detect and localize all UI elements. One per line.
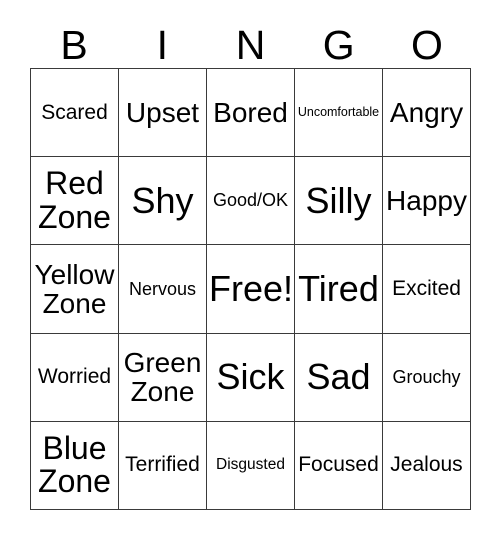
bingo-cell[interactable]: Blue Zone bbox=[31, 421, 119, 510]
bingo-cell[interactable]: Worried bbox=[31, 333, 119, 422]
bingo-cell-label: Angry bbox=[389, 96, 464, 128]
bingo-header: B I N G O bbox=[30, 10, 471, 68]
bingo-cell[interactable]: Sad bbox=[295, 333, 383, 422]
bingo-cell-label: Green Zone bbox=[123, 346, 202, 408]
bingo-cell-label: Worried bbox=[37, 365, 112, 389]
bingo-cell-label: Happy bbox=[386, 185, 467, 217]
bingo-grid: Scared Upset Bored Uncomfortable Angry R… bbox=[30, 68, 471, 510]
bingo-cell-label: Silly bbox=[305, 179, 372, 221]
bingo-cell-label: Upset bbox=[125, 96, 200, 128]
bingo-cell-label: Yellow Zone bbox=[34, 258, 115, 319]
bingo-cell-label: Tired bbox=[298, 268, 379, 310]
bingo-header-letter-b: B bbox=[60, 22, 88, 68]
bingo-cell[interactable]: Red Zone bbox=[31, 157, 119, 246]
bingo-cell-free[interactable]: Free! bbox=[207, 245, 295, 334]
bingo-row: Worried Green Zone Sick Sad Grouchy bbox=[31, 333, 471, 422]
bingo-cell[interactable]: Tired bbox=[295, 245, 383, 334]
bingo-card: B I N G O Scared Upset Bored Uncomfortab… bbox=[30, 10, 471, 510]
bingo-cell[interactable]: Excited bbox=[383, 245, 471, 334]
bingo-cell[interactable]: Sick bbox=[207, 333, 295, 422]
bingo-cell-label: Sad bbox=[306, 356, 371, 398]
bingo-cell[interactable]: Upset bbox=[119, 69, 207, 158]
bingo-cell-label: Disgusted bbox=[216, 456, 285, 474]
bingo-cell-label: Terrified bbox=[125, 453, 200, 477]
bingo-cell[interactable]: Silly bbox=[295, 157, 383, 246]
bingo-row: Red Zone Shy Good/OK Silly Happy bbox=[31, 157, 471, 246]
bingo-cell[interactable]: Uncomfortable bbox=[295, 69, 383, 158]
bingo-cell[interactable]: Disgusted bbox=[207, 421, 295, 510]
bingo-cell-label: Good/OK bbox=[212, 190, 289, 211]
bingo-cell[interactable]: Yellow Zone bbox=[31, 245, 119, 334]
bingo-cell[interactable]: Focused bbox=[295, 421, 383, 510]
bingo-cell[interactable]: Terrified bbox=[119, 421, 207, 510]
bingo-cell-label: Jealous bbox=[390, 453, 463, 477]
bingo-cell[interactable]: Angry bbox=[383, 69, 471, 158]
bingo-cell-label: Blue Zone bbox=[38, 429, 111, 500]
bingo-cell-label: Uncomfortable bbox=[297, 105, 380, 120]
bingo-cell[interactable]: Scared bbox=[31, 69, 119, 158]
bingo-cell[interactable]: Green Zone bbox=[119, 333, 207, 422]
bingo-header-letter-n: N bbox=[235, 22, 266, 68]
bingo-header-letter-i: I bbox=[156, 22, 168, 68]
bingo-cell-label: Focused bbox=[298, 453, 379, 477]
bingo-cell[interactable]: Nervous bbox=[119, 245, 207, 334]
bingo-cell-label: Grouchy bbox=[392, 366, 461, 387]
bingo-cell[interactable]: Shy bbox=[119, 157, 207, 246]
bingo-header-letter-g: G bbox=[322, 22, 355, 68]
bingo-cell-label: Red Zone bbox=[38, 165, 111, 235]
bingo-cell-label: Free! bbox=[209, 268, 294, 310]
bingo-cell[interactable]: Bored bbox=[207, 69, 295, 158]
bingo-cell-label: Excited bbox=[392, 276, 461, 300]
bingo-cell-label: Nervous bbox=[128, 278, 197, 299]
bingo-cell-label: Scared bbox=[41, 100, 108, 124]
bingo-cell-label: Sick bbox=[216, 356, 285, 398]
bingo-row: Scared Upset Bored Uncomfortable Angry bbox=[31, 69, 471, 158]
bingo-row: Yellow Zone Nervous Free! Tired Excited bbox=[31, 245, 471, 334]
bingo-cell[interactable]: Good/OK bbox=[207, 157, 295, 246]
bingo-row: Blue Zone Terrified Disgusted Focused Je… bbox=[31, 421, 471, 510]
bingo-cell[interactable]: Happy bbox=[383, 157, 471, 246]
bingo-cell[interactable]: Jealous bbox=[383, 421, 471, 510]
bingo-header-letter-o: O bbox=[410, 22, 443, 68]
bingo-cell-label: Bored bbox=[213, 96, 288, 128]
bingo-cell[interactable]: Grouchy bbox=[383, 333, 471, 422]
bingo-cell-label: Shy bbox=[131, 179, 194, 221]
